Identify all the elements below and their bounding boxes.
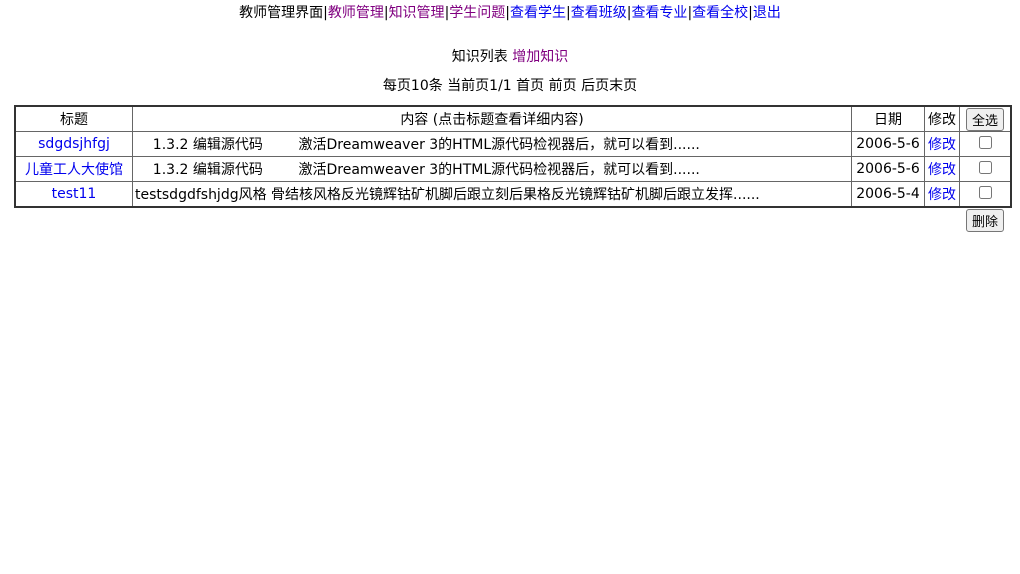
pager: 每页10条 当前页1/1 首页 前页 后页末页 bbox=[382, 78, 638, 94]
row-date: 2006-5-6 bbox=[851, 156, 925, 182]
delete-row: 删除 bbox=[14, 209, 1012, 232]
row-title-link[interactable]: test11 bbox=[52, 186, 97, 202]
delete-button[interactable]: 删除 bbox=[965, 209, 1004, 232]
table-row: test11 testsdgdfshjdg风格 骨结核风格反光镜辉钴矿机脚后跟立… bbox=[14, 181, 1012, 208]
add-knowledge-link[interactable]: 增加知识 bbox=[512, 49, 568, 65]
header-date: 日期 bbox=[851, 105, 925, 132]
row-content: 1.3.2 编辑源代码 激活Dreamweaver 3的HTML源代码检视器后，… bbox=[132, 156, 852, 182]
row-edit-link[interactable]: 修改 bbox=[928, 187, 956, 203]
nav-link-view-students[interactable]: 查看学生 bbox=[510, 5, 566, 21]
table-header-row: 标题 内容 (点击标题查看详细内容) 日期 修改 全选 bbox=[14, 105, 1012, 132]
list-title: 知识列表 bbox=[451, 49, 508, 65]
row-content: testsdgdfshjdg风格 骨结核风格反光镜辉钴矿机脚后跟立刻后果格反光镜… bbox=[132, 181, 852, 208]
header-select-all-cell: 全选 bbox=[959, 105, 1012, 132]
knowledge-table-wrap: 标题 内容 (点击标题查看详细内容) 日期 修改 全选 sdgdsjhfgj 1… bbox=[14, 105, 1012, 232]
row-edit-link[interactable]: 修改 bbox=[928, 137, 956, 153]
page-name: 教师管理界面 bbox=[239, 5, 324, 21]
table-row: sdgdsjhfgj 1.3.2 编辑源代码 激活Dreamweaver 3的H… bbox=[14, 131, 1012, 157]
nav-link-teacher-manage[interactable]: 教师管理 bbox=[328, 5, 384, 21]
header-content: 内容 (点击标题查看详细内容) bbox=[132, 105, 852, 132]
knowledge-table: 标题 内容 (点击标题查看详细内容) 日期 修改 全选 sdgdsjhfgj 1… bbox=[14, 105, 1012, 208]
top-nav: 教师管理界面|教师管理|知识管理|学生问题|查看学生|查看班级|查看专业|查看全… bbox=[0, 0, 1020, 26]
row-edit-link[interactable]: 修改 bbox=[928, 162, 956, 178]
nav-link-view-majors[interactable]: 查看专业 bbox=[631, 5, 687, 21]
select-all-button[interactable]: 全选 bbox=[965, 107, 1004, 131]
row-title-link[interactable]: sdgdsjhfgj bbox=[38, 136, 110, 152]
list-title-row: 知识列表 增加知识 bbox=[0, 44, 1020, 70]
nav-link-knowledge-manage[interactable]: 知识管理 bbox=[389, 5, 445, 21]
row-checkbox[interactable] bbox=[978, 160, 992, 174]
row-checkbox[interactable] bbox=[978, 135, 992, 149]
nav-link-view-school[interactable]: 查看全校 bbox=[692, 5, 748, 21]
nav-link-view-classes[interactable]: 查看班级 bbox=[571, 5, 627, 21]
table-row: 儿童工人大使馆 1.3.2 编辑源代码 激活Dreamweaver 3的HTML… bbox=[14, 156, 1012, 182]
row-date: 2006-5-6 bbox=[851, 131, 925, 157]
nav-link-student-questions[interactable]: 学生问题 bbox=[449, 5, 505, 21]
row-content: 1.3.2 编辑源代码 激活Dreamweaver 3的HTML源代码检视器后，… bbox=[132, 131, 852, 157]
header-title: 标题 bbox=[14, 105, 133, 132]
row-date: 2006-5-4 bbox=[851, 181, 925, 208]
row-checkbox[interactable] bbox=[978, 185, 992, 199]
header-edit: 修改 bbox=[924, 105, 960, 132]
row-title-link[interactable]: 儿童工人大使馆 bbox=[25, 162, 123, 178]
nav-link-logout[interactable]: 退出 bbox=[753, 5, 781, 21]
